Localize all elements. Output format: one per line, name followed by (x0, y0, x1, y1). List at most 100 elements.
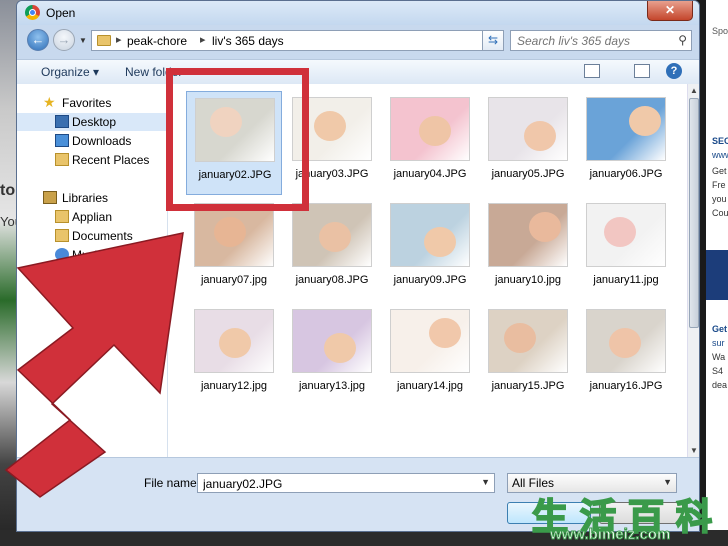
baby-face-shape (424, 227, 456, 257)
photo-thumbnail (390, 309, 470, 373)
address-row: ← → ▼ ▸ peak-chore ▸ liv's 365 days ▼ ⇆ … (17, 25, 699, 57)
file-name-field[interactable]: ▼ (197, 473, 495, 493)
background-text: you (712, 194, 727, 204)
file-tile[interactable]: january11.jpg (578, 197, 674, 301)
recent-locations-dropdown[interactable]: ▼ (79, 36, 87, 45)
photo-thumbnail (586, 309, 666, 373)
star-icon: ★ (43, 94, 56, 110)
nav-pictures[interactable]: Pictures (17, 265, 167, 283)
baby-face-shape (529, 212, 561, 242)
scrollbar-thumb[interactable] (689, 98, 699, 328)
change-view-icon[interactable] (584, 64, 600, 78)
search-input[interactable] (515, 32, 669, 50)
nav-videos[interactable]: Video (17, 284, 167, 302)
recent-places-icon (55, 153, 69, 166)
file-tile[interactable]: january07.jpg (186, 197, 282, 301)
refresh-button[interactable]: ⇆ (482, 30, 504, 51)
background-text: Spo (712, 26, 728, 36)
nav-libraries[interactable]: Libraries (17, 189, 167, 207)
nav-label: Video (72, 286, 103, 300)
baby-face-shape (604, 217, 636, 247)
nav-label: Desktop (72, 115, 117, 129)
close-button[interactable]: ✕ (647, 1, 693, 21)
scroll-down-icon[interactable]: ▼ (690, 446, 698, 455)
desktop-icon (55, 115, 69, 128)
help-icon[interactable]: ? (666, 63, 682, 79)
background-banner (706, 250, 728, 300)
file-tile[interactable]: january05.JPG (480, 91, 576, 195)
background-text: Fre (712, 180, 726, 190)
baby-face-shape (629, 106, 661, 136)
forward-button[interactable]: → (53, 29, 75, 51)
file-name: january07.jpg (200, 274, 268, 286)
background-text: to (0, 182, 16, 199)
file-tile[interactable]: january10.jpg (480, 197, 576, 301)
nav-downloads[interactable]: Downloads (17, 132, 167, 150)
file-tile[interactable]: january12.jpg (186, 303, 282, 407)
photo-thumbnail (488, 309, 568, 373)
file-tile[interactable]: january15.JPG (480, 303, 576, 407)
background-text: dea (712, 380, 728, 390)
chevron-down-icon[interactable]: ▼ (663, 477, 672, 487)
organize-menu[interactable]: Organize ▾ (41, 65, 99, 79)
file-tile[interactable]: january06.JPG (578, 91, 674, 195)
file-tile[interactable]: january16.JPG (578, 303, 674, 407)
file-tile[interactable]: january04.JPG (382, 91, 478, 195)
folder-icon (55, 210, 69, 223)
background-text: www (712, 150, 728, 160)
file-name: january05.JPG (491, 168, 565, 180)
nav-favorites[interactable]: ★ Favorites (17, 94, 167, 112)
baby-face-shape (314, 111, 346, 141)
downloads-icon (55, 134, 69, 147)
nav-desktop[interactable]: Desktop (17, 113, 167, 131)
baby-face-shape (504, 323, 536, 353)
highlight-box (166, 68, 309, 211)
file-tile[interactable]: january09.JPG (382, 197, 478, 301)
file-tile[interactable]: january14.jpg (382, 303, 478, 407)
photo-thumbnail (194, 309, 274, 373)
breadcrumb-current-folder[interactable]: liv's 365 days (212, 34, 284, 48)
baby-face-shape (319, 222, 351, 252)
back-button[interactable]: ← (27, 29, 49, 51)
breadcrumb-separator-icon[interactable]: ▸ (116, 33, 122, 46)
file-name-input[interactable] (201, 475, 475, 493)
file-name: january14.jpg (396, 380, 464, 392)
watermark: 生活百科 www.bimeiz.com (520, 488, 728, 546)
documents-icon (55, 229, 69, 242)
chrome-icon (25, 5, 40, 20)
baby-face-shape (524, 121, 556, 151)
search-box[interactable]: ⚲ (510, 30, 692, 51)
scroll-up-icon[interactable]: ▲ (690, 86, 698, 95)
dialog-title: Open (46, 6, 76, 20)
file-name: january10.jpg (494, 274, 562, 286)
file-tile[interactable]: january08.JPG (284, 197, 380, 301)
nav-label: Libraries (62, 191, 109, 205)
file-name: january06.JPG (589, 168, 663, 180)
photo-thumbnail (390, 97, 470, 161)
nav-applian[interactable]: Applian (17, 208, 167, 226)
file-name: january13.jpg (298, 380, 366, 392)
libraries-icon (43, 191, 57, 204)
nav-music[interactable]: Music (17, 246, 167, 264)
nav-label: Documents (72, 229, 133, 243)
baby-face-shape (429, 318, 461, 348)
preview-pane-icon[interactable] (634, 64, 650, 78)
background-text: Wa (712, 352, 726, 362)
background-text: Get (712, 166, 727, 176)
command-toolbar: Organize ▾ New folder ? (17, 59, 699, 85)
nav-label: Pictures (72, 267, 116, 281)
nav-recent-places[interactable]: Recent Places (17, 151, 167, 169)
breadcrumb-separator-icon[interactable]: ▸ (200, 33, 206, 46)
chevron-down-icon[interactable]: ▼ (481, 477, 490, 487)
pictures-icon (55, 267, 69, 280)
vertical-scrollbar[interactable]: ▲ ▼ (687, 84, 699, 457)
photo-thumbnail (586, 203, 666, 267)
file-tile[interactable]: january13.jpg (284, 303, 380, 407)
background-text: Cou (712, 208, 728, 218)
search-icon[interactable]: ⚲ (678, 33, 687, 47)
background-text: sur (712, 338, 725, 348)
breadcrumb-peak-chore[interactable]: peak-chore (127, 34, 187, 48)
nav-documents[interactable]: Documents (17, 227, 167, 245)
address-bar[interactable]: ▸ peak-chore ▸ liv's 365 days ▼ (91, 30, 504, 51)
photo-thumbnail (488, 97, 568, 161)
